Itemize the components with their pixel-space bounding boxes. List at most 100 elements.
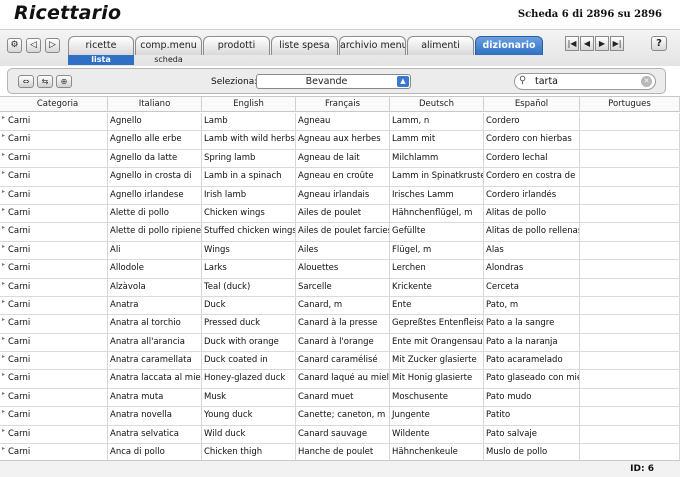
table-cell[interactable]: Teal (duck) bbox=[202, 278, 296, 296]
table-cell[interactable]: Lamm in Spinatkruste bbox=[390, 168, 484, 186]
table-cell[interactable]: Pato, m bbox=[484, 296, 580, 315]
table-cell[interactable]: Carni bbox=[0, 186, 108, 204]
table-cell[interactable]: Agneau de lait bbox=[296, 149, 390, 168]
column-header[interactable]: Portugues bbox=[580, 97, 680, 112]
clear-search-icon[interactable]: ✕ bbox=[641, 76, 652, 87]
table-cell[interactable]: Cordero en costra de bbox=[484, 168, 580, 186]
previous-record-icon[interactable]: ◀ bbox=[580, 36, 594, 51]
table-cell[interactable]: Ali bbox=[108, 241, 202, 260]
subtab-lista[interactable]: lista bbox=[68, 55, 134, 65]
table-cell[interactable]: Alitas de pollo rellenas bbox=[484, 223, 580, 241]
table-cell[interactable]: Larks bbox=[202, 260, 296, 278]
table-cell[interactable]: Cerceta bbox=[484, 278, 580, 296]
table-cell[interactable]: Pato salvaje bbox=[484, 425, 580, 444]
table-cell[interactable]: Mit Zucker glasierte bbox=[390, 352, 484, 370]
table-cell[interactable] bbox=[580, 296, 680, 315]
table-cell[interactable]: Carni bbox=[0, 131, 108, 149]
back-icon[interactable]: ◁ bbox=[26, 38, 41, 53]
table-cell[interactable]: Pato mudo bbox=[484, 388, 580, 407]
table-cell[interactable]: Irish lamb bbox=[202, 186, 296, 204]
table-cell[interactable] bbox=[580, 315, 680, 333]
table-cell[interactable] bbox=[580, 260, 680, 278]
table-cell[interactable]: Canard à l'orange bbox=[296, 333, 390, 352]
table-cell[interactable]: Anatra bbox=[108, 296, 202, 315]
table-cell[interactable]: Carni bbox=[0, 370, 108, 388]
table-cell[interactable] bbox=[580, 186, 680, 204]
table-cell[interactable]: Alondras bbox=[484, 260, 580, 278]
tab-liste-spesa[interactable]: liste spesa bbox=[271, 36, 338, 55]
omit-icon[interactable]: ⇆ bbox=[37, 75, 53, 88]
table-cell[interactable]: Anatra muta bbox=[108, 388, 202, 407]
new-record-icon[interactable]: ⊕ bbox=[56, 75, 72, 88]
table-cell[interactable]: Flügel, m bbox=[390, 241, 484, 260]
table-cell[interactable]: Cordero bbox=[484, 113, 580, 131]
table-cell[interactable] bbox=[580, 425, 680, 444]
table-cell[interactable]: Cordero lechal bbox=[484, 149, 580, 168]
table-cell[interactable]: Canard muet bbox=[296, 388, 390, 407]
table-cell[interactable]: Anatra caramellata bbox=[108, 352, 202, 370]
table-cell[interactable] bbox=[580, 149, 680, 168]
help-button[interactable]: ? bbox=[651, 36, 667, 51]
table-row[interactable]: ▸ Carni Allodole Larks Alouettes Lerchen Alond… bbox=[0, 260, 680, 279]
table-cell[interactable]: Carni bbox=[0, 352, 108, 370]
table-cell[interactable]: Anca di pollo bbox=[108, 444, 202, 462]
table-row[interactable]: ▸ Carni Anatra laccata al miele Honey-glaze… bbox=[0, 370, 680, 389]
table-cell[interactable]: Ente mit Orangensauce bbox=[390, 333, 484, 352]
tab-comp-menu[interactable]: comp.menu bbox=[135, 36, 202, 55]
table-cell[interactable]: Pato acaramelado bbox=[484, 352, 580, 370]
table-cell[interactable]: Sarcelle bbox=[296, 278, 390, 296]
table-row[interactable]: ▸ Carni Agnello da latte Spring lamb Agneau … bbox=[0, 149, 680, 169]
table-cell[interactable]: Agnello in crosta di bbox=[108, 168, 202, 186]
show-all-icon[interactable]: ⇔ bbox=[18, 75, 34, 88]
next-record-icon[interactable]: ▶ bbox=[595, 36, 609, 51]
table-cell[interactable]: Agneau en croûte bbox=[296, 168, 390, 186]
table-cell[interactable]: Hanche de poulet bbox=[296, 444, 390, 462]
table-cell[interactable]: Carni bbox=[0, 241, 108, 260]
table-cell[interactable]: Pato a la sangre bbox=[484, 315, 580, 333]
table-cell[interactable]: Carni bbox=[0, 168, 108, 186]
table-cell[interactable] bbox=[580, 113, 680, 131]
table-cell[interactable]: Alouettes bbox=[296, 260, 390, 278]
table-cell[interactable]: Lamb in a spinach bbox=[202, 168, 296, 186]
table-cell[interactable]: Stuffed chicken wings bbox=[202, 223, 296, 241]
table-cell[interactable]: Alas bbox=[484, 241, 580, 260]
first-record-icon[interactable]: |◀ bbox=[565, 36, 579, 51]
table-cell[interactable] bbox=[580, 223, 680, 241]
table-row[interactable]: ▸ Carni Agnello alle erbe Lamb with wild he… bbox=[0, 131, 680, 150]
table-cell[interactable]: Carni bbox=[0, 425, 108, 444]
tab-prodotti[interactable]: prodotti bbox=[203, 36, 270, 55]
table-row[interactable]: ▸ Carni Anatra muta Musk Canard muet Moschuse… bbox=[0, 388, 680, 408]
table-cell[interactable]: Allodole bbox=[108, 260, 202, 278]
table-cell[interactable]: Agneau aux herbes bbox=[296, 131, 390, 149]
table-cell[interactable]: Milchlamm bbox=[390, 149, 484, 168]
table-cell[interactable]: Mit Honig glasierte bbox=[390, 370, 484, 388]
table-cell[interactable]: Canard sauvage bbox=[296, 425, 390, 444]
table-cell[interactable]: Irisches Lamm bbox=[390, 186, 484, 204]
table-row[interactable]: ▸ Carni Anatra all'arancia Duck with orange… bbox=[0, 333, 680, 353]
table-cell[interactable]: Ailes de poulet bbox=[296, 204, 390, 223]
table-cell[interactable] bbox=[580, 241, 680, 260]
table-cell[interactable]: Wildente bbox=[390, 425, 484, 444]
table-row[interactable]: ▸ Carni Anatra selvatica Wild duck Canard sa… bbox=[0, 425, 680, 445]
table-cell[interactable]: Young duck bbox=[202, 407, 296, 425]
table-cell[interactable]: Cordero con hierbas bbox=[484, 131, 580, 149]
table-cell[interactable]: Canard, m bbox=[296, 296, 390, 315]
table-cell[interactable] bbox=[580, 131, 680, 149]
table-cell[interactable]: Agneau bbox=[296, 113, 390, 131]
table-cell[interactable]: Chicken thigh bbox=[202, 444, 296, 462]
table-cell[interactable]: Agnello irlandese bbox=[108, 186, 202, 204]
table-cell[interactable]: Agnello da latte bbox=[108, 149, 202, 168]
tab-dizionario[interactable]: dizionario bbox=[475, 36, 543, 55]
subtab-scheda[interactable]: scheda bbox=[135, 55, 202, 65]
tab-archivio-menu[interactable]: archivio menu bbox=[339, 36, 406, 55]
table-cell[interactable]: Carni bbox=[0, 444, 108, 462]
table-cell[interactable] bbox=[580, 204, 680, 223]
table-row[interactable]: ▸ Carni Agnello in crosta di Lamb in a spin… bbox=[0, 168, 680, 187]
table-cell[interactable]: Wild duck bbox=[202, 425, 296, 444]
table-cell[interactable]: Gefüllte bbox=[390, 223, 484, 241]
table-cell[interactable]: Alitas de pollo bbox=[484, 204, 580, 223]
table-cell[interactable]: Patito bbox=[484, 407, 580, 425]
table-cell[interactable]: Cordero irlandés bbox=[484, 186, 580, 204]
table-cell[interactable]: Canard à la presse bbox=[296, 315, 390, 333]
table-cell[interactable]: Krickente bbox=[390, 278, 484, 296]
